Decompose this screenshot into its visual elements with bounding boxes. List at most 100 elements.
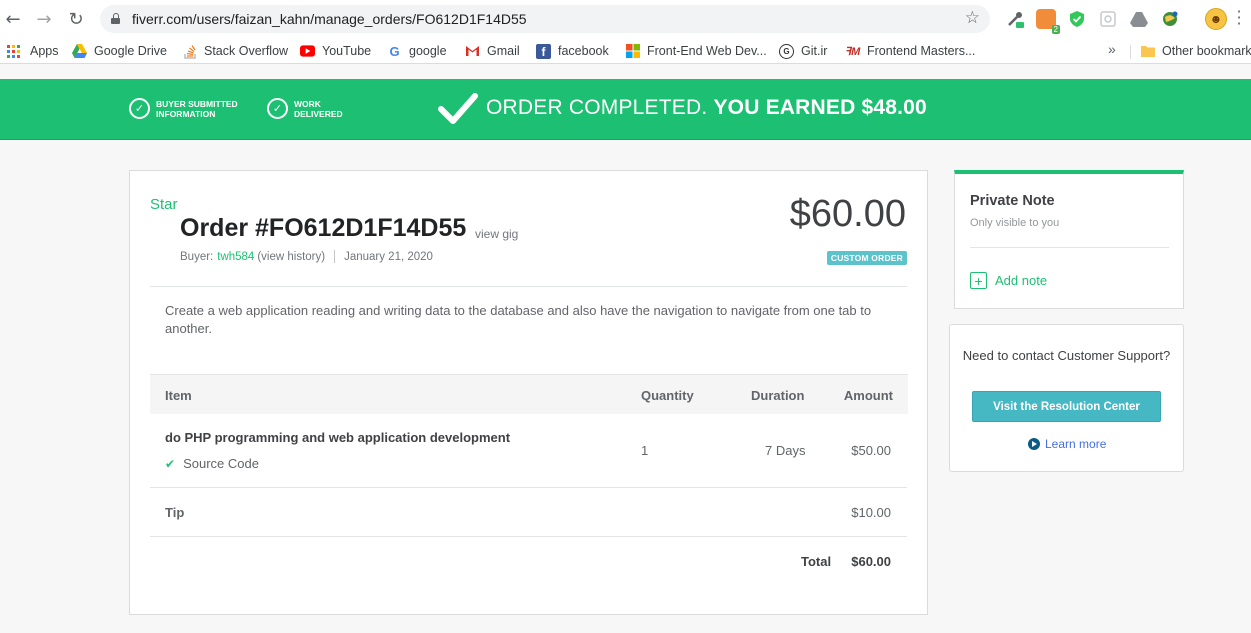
shield-extension-icon[interactable] — [1067, 9, 1087, 29]
eyedropper-extension-icon[interactable] — [1005, 9, 1025, 29]
total-amount: $60.00 — [851, 554, 891, 569]
custom-order-badge: CUSTOM ORDER — [826, 251, 907, 265]
reload-icon[interactable]: ↻ — [65, 8, 87, 30]
google-drive-icon — [72, 44, 87, 59]
order-card: Star Order #FO612D1F14D55 view gig Buyer… — [129, 170, 928, 615]
big-checkmark-icon — [438, 93, 478, 124]
bookmark-other-bookmarks[interactable]: Other bookmarks — [1140, 42, 1251, 60]
feature-label: Source Code — [183, 456, 259, 471]
bookmark-frontend-masters[interactable]: ꟻM Frontend Masters... — [844, 42, 976, 60]
order-date: January 21, 2020 — [344, 250, 433, 263]
bookmark-label: Git.ir — [801, 44, 828, 58]
support-question: Need to contact Customer Support? — [962, 348, 1171, 363]
order-price: $60.00 — [789, 193, 906, 235]
back-arrow-icon[interactable]: ← — [2, 8, 24, 30]
microsoft-icon — [625, 44, 640, 59]
grid-extension-icon[interactable] — [1098, 9, 1118, 29]
bookmark-gitir[interactable]: G Git.ir — [779, 42, 827, 60]
bookmark-apps[interactable]: Apps — [7, 42, 59, 60]
resolution-center-button[interactable]: Visit the Resolution Center — [972, 391, 1161, 422]
checkmark-icon: ✔ — [165, 456, 176, 471]
bookmark-label: google — [409, 44, 447, 58]
earned-amount: YOU EARNED $48.00 — [713, 96, 927, 119]
order-title: Order #FO612D1F14D55 — [180, 214, 467, 242]
star-link[interactable]: Star — [150, 196, 178, 213]
completed-text: ORDER COMPLETED. — [486, 96, 708, 119]
step-label: Work delivered — [294, 98, 343, 119]
bookmark-front-end-web-dev[interactable]: Front-End Web Dev... — [625, 42, 767, 60]
gmail-icon — [465, 44, 480, 59]
bookmark-label: Google Drive — [94, 44, 167, 58]
bookmark-label: Stack Overflow — [204, 44, 289, 58]
bookmark-label: facebook — [558, 44, 609, 58]
frontend-masters-icon: ꟻM — [844, 45, 861, 58]
add-note-button[interactable]: + Add note — [970, 272, 1047, 289]
view-history-link[interactable]: (view history) — [257, 251, 325, 263]
bookmark-label: Other bookmarks — [1162, 44, 1251, 58]
buyer-label: Buyer: — [180, 250, 214, 263]
bookmarks-divider — [1130, 45, 1131, 59]
check-circle-icon: ✓ — [267, 98, 288, 119]
stack-overflow-icon — [182, 44, 197, 59]
profile-avatar[interactable]: ☻ — [1205, 8, 1227, 30]
google-icon: G — [389, 43, 400, 59]
menu-kebab-icon[interactable]: · · · — [1236, 4, 1242, 32]
divider — [970, 247, 1169, 248]
order-completed-message: ORDER COMPLETED. YOU EARNED $48.00 — [486, 96, 927, 120]
play-icon — [1028, 438, 1040, 450]
url-text[interactable]: fiverr.com/users/faizan_kahn/manage_orde… — [132, 11, 527, 27]
gitir-icon: G — [779, 43, 794, 59]
youtube-icon — [300, 44, 315, 59]
folder-icon — [1140, 44, 1155, 59]
plus-icon: + — [970, 272, 987, 289]
more-bookmarks-chevron-icon[interactable]: » — [1108, 41, 1116, 57]
browser-toolbar: ← → ↻ fiverr.com/users/faizan_kahn/manag… — [0, 0, 1251, 38]
tip-amount: $10.00 — [851, 505, 891, 520]
bookmark-facebook[interactable]: f facebook — [536, 42, 609, 60]
header-item: Item — [165, 388, 192, 403]
bookmark-google-drive[interactable]: Google Drive — [72, 42, 167, 60]
step-buyer-submitted: ✓ Buyer submitted information — [129, 98, 256, 119]
learn-more-label: Learn more — [1045, 437, 1107, 451]
bookmark-star-icon[interactable]: ☆ — [965, 8, 980, 28]
item-duration: 7 Days — [765, 443, 806, 458]
header-quantity: Quantity — [641, 388, 694, 403]
table-header: Item Quantity Duration Amount — [150, 374, 908, 414]
bookmark-google[interactable]: G google — [387, 42, 447, 60]
globe-extension-icon[interactable] — [1160, 9, 1180, 29]
facebook-icon: f — [536, 43, 551, 59]
header-duration: Duration — [751, 388, 805, 403]
orange-extension-icon[interactable]: 2 — [1036, 9, 1060, 34]
private-note-card: Private Note Only visible to you + Add n… — [954, 170, 1184, 309]
bookmark-label: YouTube — [322, 44, 372, 58]
support-card: Need to contact Customer Support? Visit … — [949, 324, 1184, 472]
add-note-label: Add note — [995, 273, 1048, 288]
bookmark-gmail[interactable]: Gmail — [465, 42, 520, 60]
note-title: Private Note — [970, 193, 1055, 209]
extension-badge: 2 — [1051, 25, 1060, 34]
forward-arrow-icon[interactable]: → — [33, 8, 55, 30]
bookmark-stack-overflow[interactable]: Stack Overflow — [182, 42, 288, 60]
view-gig-link[interactable]: view gig — [475, 227, 518, 241]
lock-icon — [111, 13, 120, 24]
step-work-delivered: ✓ Work delivered — [267, 98, 354, 119]
bookmark-youtube[interactable]: YouTube — [300, 42, 371, 60]
header-amount: Amount — [843, 388, 893, 403]
total-label: Total — [801, 554, 832, 569]
buyer-info: Buyer: twh584 (view history) January 21,… — [180, 250, 433, 263]
learn-more-link[interactable]: Learn more — [1028, 437, 1106, 451]
buyer-username-link[interactable]: twh584 — [217, 251, 254, 263]
bookmark-label: Apps — [30, 44, 59, 58]
apps-grid-icon — [7, 44, 20, 58]
bookmark-label: Front-End Web Dev... — [647, 44, 767, 58]
bookmark-label: Gmail — [487, 44, 520, 58]
check-circle-icon: ✓ — [129, 98, 150, 119]
address-bar[interactable]: fiverr.com/users/faizan_kahn/manage_orde… — [100, 5, 990, 33]
item-name: do PHP programming and web application d… — [165, 430, 511, 445]
item-feature: ✔ Source Code — [165, 456, 259, 471]
divider — [150, 536, 907, 537]
item-amount: $50.00 — [851, 443, 891, 458]
bookmark-label: Frontend Masters... — [867, 44, 976, 58]
drive-extension-icon[interactable] — [1129, 9, 1149, 29]
divider — [150, 487, 907, 488]
